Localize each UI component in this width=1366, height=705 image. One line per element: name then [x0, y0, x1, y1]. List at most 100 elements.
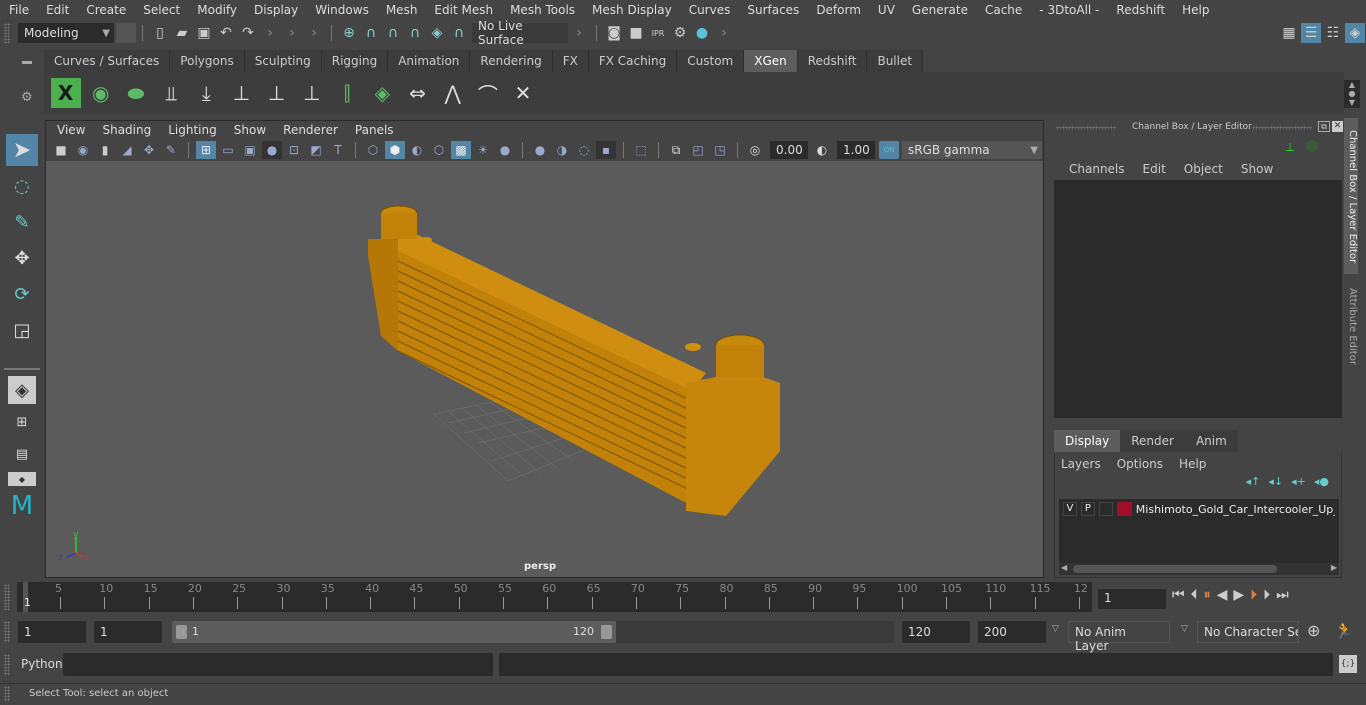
layer-display-type-toggle[interactable] [1098, 502, 1113, 516]
lasso-tool-icon[interactable]: ◌ [6, 170, 38, 202]
outliner-layout-icon[interactable]: ▤ [8, 440, 36, 468]
go-to-end-icon[interactable]: ⏭ [1276, 587, 1289, 603]
exposure-icon[interactable]: ◎ [745, 141, 765, 159]
speed-icon[interactable] [1306, 140, 1318, 152]
textured-icon[interactable]: ▩ [451, 141, 471, 159]
2d-pan-zoom-icon[interactable]: ✥ [139, 141, 159, 159]
scroll-left-icon[interactable]: ◀ [1061, 563, 1067, 572]
mode-dropdown-arrow[interactable] [116, 23, 136, 43]
xgen-length-icon[interactable]: ⇔ [402, 78, 432, 108]
viewport-menu-shading[interactable]: Shading [93, 123, 159, 137]
camera-icon[interactable]: ■ [51, 141, 71, 159]
render-settings-icon[interactable]: ⚙ [670, 23, 690, 43]
float-panel-icon[interactable]: ⧉ [1318, 121, 1330, 132]
xgen-density-icon[interactable]: ◈ [367, 78, 397, 108]
persp-graph-layout-icon[interactable]: ◆ [8, 472, 36, 486]
xgen-delete-guide-icon[interactable]: ✕ [508, 78, 538, 108]
make-live-icon[interactable]: ∩ [449, 23, 469, 43]
status-line-grip[interactable] [4, 23, 10, 43]
command-line-grip[interactable] [4, 654, 10, 676]
channel-list[interactable] [1054, 180, 1342, 418]
viewport-menu-show[interactable]: Show [225, 123, 274, 137]
image-plane-icon[interactable]: ◢ [117, 141, 137, 159]
layer-menu-layers[interactable]: Layers [1061, 457, 1117, 471]
menu-surfaces[interactable]: Surfaces [738, 3, 807, 17]
scroll-thumb[interactable] [1073, 565, 1277, 573]
layer-color-swatch[interactable] [1116, 502, 1132, 516]
go-to-start-icon[interactable]: ⏮ [1172, 587, 1185, 603]
character-set-dropdown[interactable]: No Character Set [1197, 621, 1299, 643]
step-forward-key-icon[interactable]: ⏵ [1263, 587, 1270, 603]
step-back-key-icon[interactable]: ⏴ [1191, 587, 1198, 603]
undo-icon[interactable]: ↶ [216, 23, 236, 43]
layer-playback-toggle[interactable]: P [1080, 502, 1095, 516]
shelf-tab-xgen[interactable]: XGen [744, 50, 798, 72]
xgen-cut-icon[interactable]: ⋀ [438, 78, 468, 108]
xgen-create-description-icon[interactable]: ⫫ [156, 78, 186, 108]
script-editor-icon[interactable]: {;} [1339, 655, 1357, 673]
menu-curves[interactable]: Curves [680, 3, 739, 17]
menu-mesh-display[interactable]: Mesh Display [583, 3, 680, 17]
range-slider[interactable]: 1 120 [172, 621, 616, 643]
shelf-tab-rigging[interactable]: Rigging [321, 50, 389, 72]
layer-tab-display[interactable]: Display [1054, 430, 1121, 452]
scale-tool-icon[interactable]: ◲ [6, 314, 38, 346]
layer-editor-toggle-icon[interactable]: ◈ [1345, 23, 1365, 43]
shelf-tab-animation[interactable]: Animation [388, 50, 471, 72]
camera-attributes-icon[interactable]: ◉ [73, 141, 93, 159]
animation-start-field[interactable]: 1 [18, 621, 86, 643]
collapse-arrow-icon[interactable]: › [714, 23, 734, 43]
shelf-tab-curves-surfaces[interactable]: Curves / Surfaces [44, 50, 171, 72]
move-tool-icon[interactable]: ✥ [6, 242, 38, 274]
animation-end-field[interactable]: 200 [978, 621, 1046, 643]
viewport-3d[interactable]: y x z persp [46, 161, 1043, 577]
safe-title-icon[interactable]: T [328, 141, 348, 159]
exposure-field[interactable]: 0.00 [770, 141, 808, 159]
layer-list-scrollbar[interactable]: ◀ ▶ [1059, 563, 1339, 575]
collapse-arrow-icon[interactable]: › [304, 23, 324, 43]
menu-deform[interactable]: Deform [807, 3, 869, 17]
menu-modify[interactable]: Modify [188, 3, 245, 17]
playback-start-field[interactable]: 1 [94, 621, 162, 643]
menu-cache[interactable]: Cache [976, 3, 1030, 17]
play-forwards-icon[interactable]: ▶ [1233, 587, 1244, 603]
collapse-arrow-icon[interactable]: › [260, 23, 280, 43]
shelf-tab-custom[interactable]: Custom [677, 50, 745, 72]
snap-point-icon[interactable]: ∩ [383, 23, 403, 43]
menu-redshift[interactable]: Redshift [1107, 3, 1173, 17]
xray-icon[interactable]: ⧉ [666, 141, 686, 159]
mode-dropdown[interactable]: Modeling ▼ [18, 23, 114, 43]
layer-tab-anim[interactable]: Anim [1184, 430, 1238, 452]
field-chart-icon[interactable]: ⊡ [284, 141, 304, 159]
menu-3dtoall[interactable]: - 3DtoAll - [1030, 3, 1107, 17]
shelf-scrollbar[interactable]: ▲ ● ▼ [1344, 80, 1360, 108]
live-surface-field[interactable]: No Live Surface [472, 19, 568, 47]
scroll-right-icon[interactable]: ▶ [1331, 563, 1337, 572]
viewport-menu-lighting[interactable]: Lighting [159, 123, 225, 137]
ambient-occlusion-icon[interactable]: ● [530, 141, 550, 159]
hypershade-icon[interactable]: ● [692, 23, 712, 43]
xgen-lock-guide-icon[interactable]: ⊥ [297, 78, 327, 108]
new-scene-icon[interactable]: ▯ [150, 23, 170, 43]
xgen-bend-icon[interactable]: ⌒ [473, 78, 503, 108]
single-perspective-layout-icon[interactable]: ◈ [8, 376, 36, 404]
menu-windows[interactable]: Windows [306, 3, 377, 17]
depth-of-field-icon[interactable]: ▪ [596, 141, 616, 159]
redo-icon[interactable]: ↷ [238, 23, 258, 43]
close-panel-icon[interactable]: ✕ [1332, 121, 1343, 132]
channel-menu-channels[interactable]: Channels [1060, 162, 1134, 176]
grease-pencil-icon[interactable]: ✎ [161, 141, 181, 159]
menu-generate[interactable]: Generate [903, 3, 976, 17]
auto-key-icon[interactable]: ⊕ [1307, 621, 1320, 640]
shelf-settings-gear-icon[interactable]: ⚙ [21, 90, 33, 105]
xray-joints-icon[interactable]: ◰ [688, 141, 708, 159]
command-language-toggle[interactable]: Python [21, 657, 63, 671]
layer-tab-render[interactable]: Render [1120, 430, 1185, 452]
paint-select-tool-icon[interactable]: ✎ [6, 206, 38, 238]
panel-grip[interactable] [1056, 126, 1116, 130]
shelf-tab-redshift[interactable]: Redshift [797, 50, 868, 72]
layer-name[interactable]: Mishimoto_Gold_Car_Intercooler_Up_Si [1136, 503, 1335, 516]
xgen-select-guide-icon[interactable]: ⊥ [262, 78, 292, 108]
film-gate-icon[interactable]: ▭ [218, 141, 238, 159]
xgen-sculpt-guides-icon[interactable]: ⫿ [332, 78, 362, 108]
